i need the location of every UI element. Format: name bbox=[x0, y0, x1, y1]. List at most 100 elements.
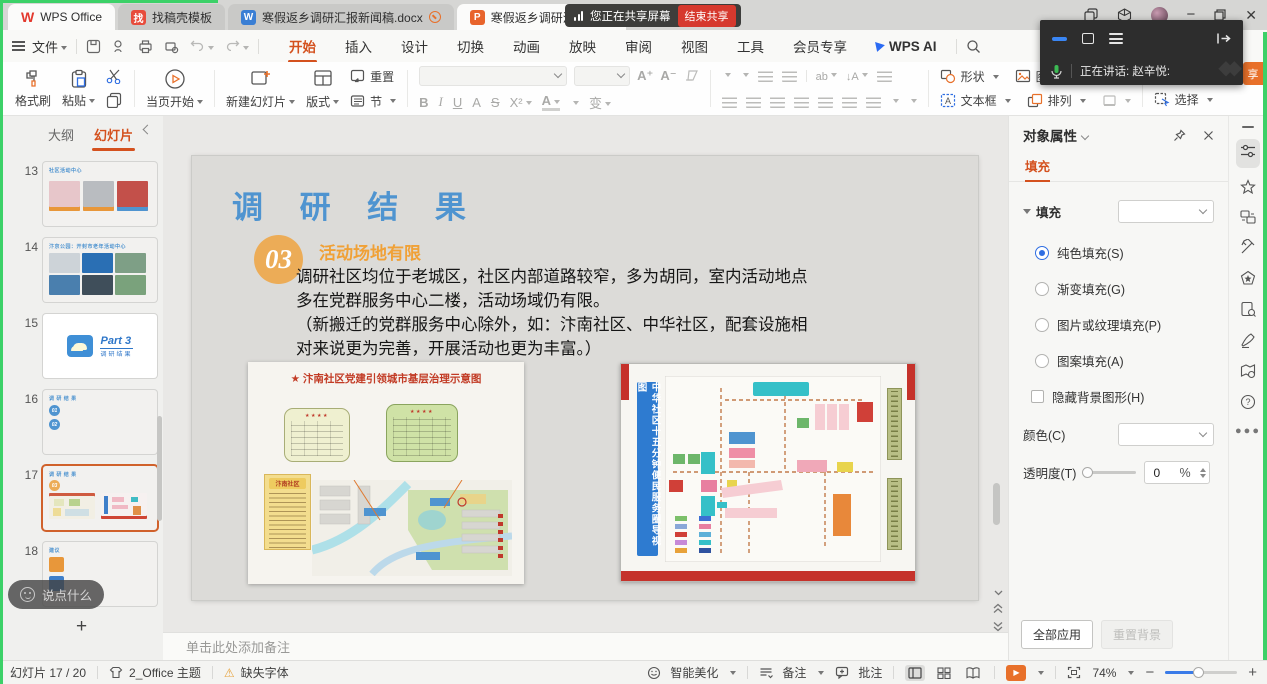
menu-review[interactable]: 审阅 bbox=[624, 30, 653, 62]
reset-slide-button[interactable]: 重置 bbox=[350, 68, 396, 85]
export-icon[interactable] bbox=[112, 39, 127, 54]
meeting-chat-pill[interactable]: 说点什么 bbox=[8, 580, 104, 609]
copy-icon[interactable] bbox=[106, 92, 122, 108]
tab-template[interactable]: 找 找稿壳模板 bbox=[118, 4, 225, 30]
underline-button[interactable]: U bbox=[453, 95, 462, 110]
tab-docx[interactable]: W 寒假返乡调研汇报新闻稿.docx bbox=[228, 4, 454, 30]
zoom-out-button[interactable]: − bbox=[1145, 664, 1154, 681]
meeting-list-icon[interactable] bbox=[1109, 33, 1123, 44]
comments-button[interactable]: 批注 bbox=[835, 664, 882, 681]
option-gradient-fill[interactable]: 渐变填充(G) bbox=[1035, 279, 1228, 298]
hamburger-icon[interactable] bbox=[12, 41, 25, 51]
cut-icon[interactable] bbox=[106, 69, 123, 84]
menu-view[interactable]: 视图 bbox=[680, 30, 709, 62]
play-from-current-button[interactable]: 当页开始 bbox=[146, 68, 203, 110]
superscript-button[interactable]: X² bbox=[510, 95, 532, 110]
font-color-button[interactable]: A bbox=[542, 93, 560, 111]
text-direction-button[interactable]: ab bbox=[816, 67, 837, 85]
tab-wps-office[interactable]: W WPS Office bbox=[8, 4, 115, 30]
bold-button[interactable]: B bbox=[419, 95, 428, 110]
close-button[interactable]: ✕ bbox=[1245, 7, 1257, 24]
effects-star-icon[interactable] bbox=[1240, 179, 1256, 195]
convert-smartart-button[interactable] bbox=[877, 70, 892, 82]
highlight-button[interactable] bbox=[570, 95, 579, 110]
smart-shape-icon[interactable] bbox=[1240, 270, 1256, 286]
menu-transition[interactable]: 切换 bbox=[456, 30, 485, 62]
select-button[interactable]: 选择 bbox=[1154, 91, 1213, 108]
add-slide-button[interactable]: + bbox=[0, 616, 163, 638]
end-share-button[interactable]: 结束共享 bbox=[678, 5, 736, 27]
layout-button[interactable]: 版式 bbox=[306, 68, 339, 110]
shapes-button[interactable]: 形状 bbox=[940, 68, 999, 85]
close-panel-icon[interactable] bbox=[1203, 130, 1214, 141]
signature-pen-icon[interactable] bbox=[1240, 332, 1256, 348]
slider-thumb[interactable] bbox=[1082, 467, 1093, 478]
collapse-rail-icon[interactable] bbox=[1242, 126, 1254, 128]
slide-thumb-13[interactable]: 13 社区活动中心 bbox=[16, 162, 163, 226]
fill-preset-select[interactable] bbox=[1118, 200, 1214, 223]
section-button[interactable]: 节 bbox=[350, 93, 396, 110]
text-effect-button[interactable]: 变 bbox=[589, 93, 611, 112]
menu-member[interactable]: 会员专享 bbox=[792, 30, 848, 62]
fill-tab[interactable]: 填充 bbox=[1025, 156, 1050, 182]
next-slide-icon[interactable] bbox=[993, 621, 1003, 632]
search-icon[interactable] bbox=[966, 39, 981, 54]
decrease-font-button[interactable]: A⁻ bbox=[660, 68, 676, 84]
transparency-slider[interactable] bbox=[1084, 471, 1136, 474]
zoom-slider[interactable] bbox=[1165, 671, 1237, 674]
file-menu[interactable]: 文件 bbox=[32, 37, 67, 56]
save-icon[interactable] bbox=[86, 39, 101, 54]
increase-indent-button[interactable] bbox=[782, 70, 797, 82]
text-rotate-button[interactable]: ↓A bbox=[846, 67, 868, 85]
columns-button[interactable] bbox=[842, 96, 857, 108]
slideshow-play-button[interactable]: ▶ bbox=[1006, 665, 1044, 681]
reset-background-button[interactable]: 重置背景 bbox=[1101, 620, 1173, 649]
missing-font-status[interactable]: 缺失字体 bbox=[241, 664, 289, 681]
print-icon[interactable] bbox=[138, 39, 153, 54]
section-collapse-icon[interactable] bbox=[1023, 209, 1031, 214]
line-spacing-button[interactable] bbox=[890, 93, 899, 111]
menu-design[interactable]: 设计 bbox=[400, 30, 429, 62]
slide-bg-button[interactable] bbox=[1102, 94, 1131, 108]
print-preview-icon[interactable] bbox=[164, 39, 179, 54]
theme-name[interactable]: 2_Office 主题 bbox=[129, 664, 201, 681]
tab-outline[interactable]: 大纲 bbox=[48, 125, 74, 144]
help-icon[interactable]: ? bbox=[1240, 394, 1256, 410]
decrease-indent-button[interactable] bbox=[758, 70, 773, 82]
notebook-search-icon[interactable] bbox=[1240, 301, 1256, 317]
scroll-down-icon[interactable] bbox=[994, 590, 1003, 596]
justify-button[interactable] bbox=[794, 96, 809, 108]
switch-shape-icon[interactable] bbox=[1240, 210, 1256, 224]
slide-sorter-view-button[interactable] bbox=[934, 665, 954, 681]
numbered-list-button[interactable] bbox=[740, 67, 749, 85]
microphone-icon[interactable] bbox=[1050, 64, 1063, 79]
option-pattern-fill[interactable]: 图案填充(A) bbox=[1035, 351, 1228, 370]
clear-format-icon[interactable] bbox=[684, 69, 699, 82]
char-border-button[interactable]: A bbox=[472, 95, 481, 110]
new-slide-button[interactable]: 新建幻灯片 bbox=[226, 68, 295, 110]
format-painter-button[interactable]: 格式刷 bbox=[15, 69, 51, 109]
distribute-button[interactable] bbox=[818, 96, 833, 108]
menu-wps-ai[interactable]: WPS AI bbox=[875, 33, 938, 60]
undo-button[interactable] bbox=[190, 38, 214, 54]
bullet-list-button[interactable] bbox=[722, 67, 731, 85]
slide-thumb-14[interactable]: 14 汴京公园：开封市老年活动中心 bbox=[16, 238, 163, 302]
notes-input[interactable]: 单击此处添加备注 bbox=[163, 632, 1008, 660]
more-tools-icon[interactable]: ●●● bbox=[1235, 425, 1261, 437]
fit-window-icon[interactable] bbox=[1067, 666, 1081, 679]
photo-zhonghua-map[interactable]: 中华社区十五分钟便民服务圈导视图 bbox=[620, 363, 916, 582]
redo-button[interactable] bbox=[225, 38, 249, 54]
menu-insert[interactable]: 插入 bbox=[344, 30, 373, 62]
beautify-button[interactable]: 智能美化 bbox=[647, 664, 736, 681]
option-solid-fill[interactable]: 纯色填充(S) bbox=[1035, 243, 1228, 262]
menu-tools[interactable]: 工具 bbox=[736, 30, 765, 62]
photo-biannan-map[interactable]: ★ 汴南社区党建引领城市基层治理示意图 ★★★★ ★★★★ 汴南社区 bbox=[248, 362, 524, 584]
option-picture-fill[interactable]: 图片或纹理填充(P) bbox=[1035, 315, 1228, 334]
para-layout-button[interactable] bbox=[908, 93, 917, 111]
indent-para-button[interactable] bbox=[866, 96, 881, 108]
minimize-button[interactable]: − bbox=[1187, 10, 1196, 20]
sidebar-scrollbar[interactable] bbox=[157, 416, 162, 521]
zoom-in-button[interactable]: + bbox=[1248, 664, 1257, 681]
tab-slides[interactable]: 幻灯片 bbox=[94, 125, 133, 144]
textbox-button[interactable]: A 文本框 bbox=[940, 92, 1011, 109]
